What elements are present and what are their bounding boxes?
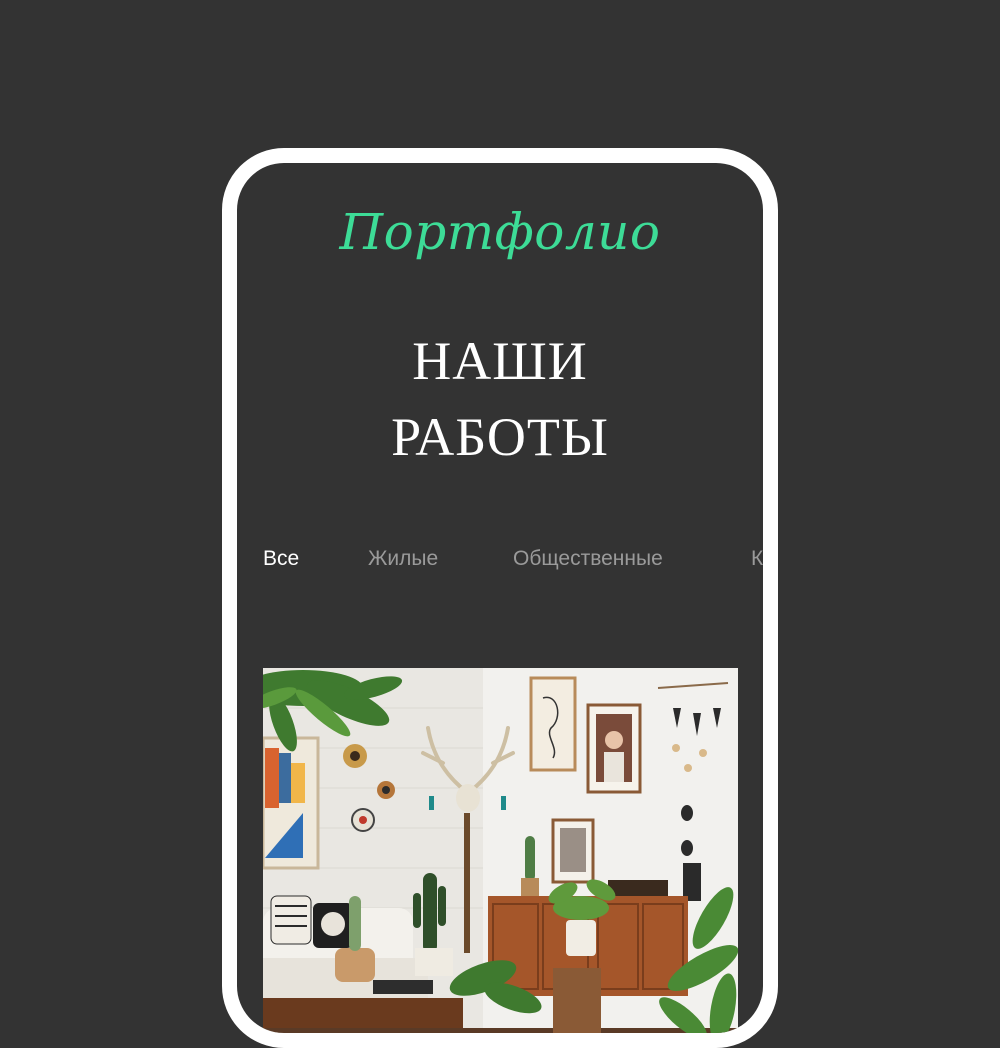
tab-residential[interactable]: Жилые: [368, 547, 438, 571]
tab-public[interactable]: Общественные: [513, 547, 663, 571]
interior-photo-illustration: [263, 668, 738, 1033]
phone-screen: Портфолио НАШИ РАБОТЫ Все Жилые Обществе…: [237, 163, 763, 1033]
tab-all[interactable]: Все: [263, 547, 299, 571]
portfolio-photo[interactable]: [263, 668, 738, 1033]
heading-line-2: РАБОТЫ: [391, 407, 609, 467]
phone-frame: Портфолио НАШИ РАБОТЫ Все Жилые Обществе…: [222, 148, 778, 1048]
heading-line-1: НАШИ: [412, 331, 588, 391]
tab-partial-next[interactable]: К: [751, 547, 763, 571]
portfolio-script-title: Портфолио: [339, 203, 661, 261]
page-heading: НАШИ РАБОТЫ: [237, 323, 763, 475]
